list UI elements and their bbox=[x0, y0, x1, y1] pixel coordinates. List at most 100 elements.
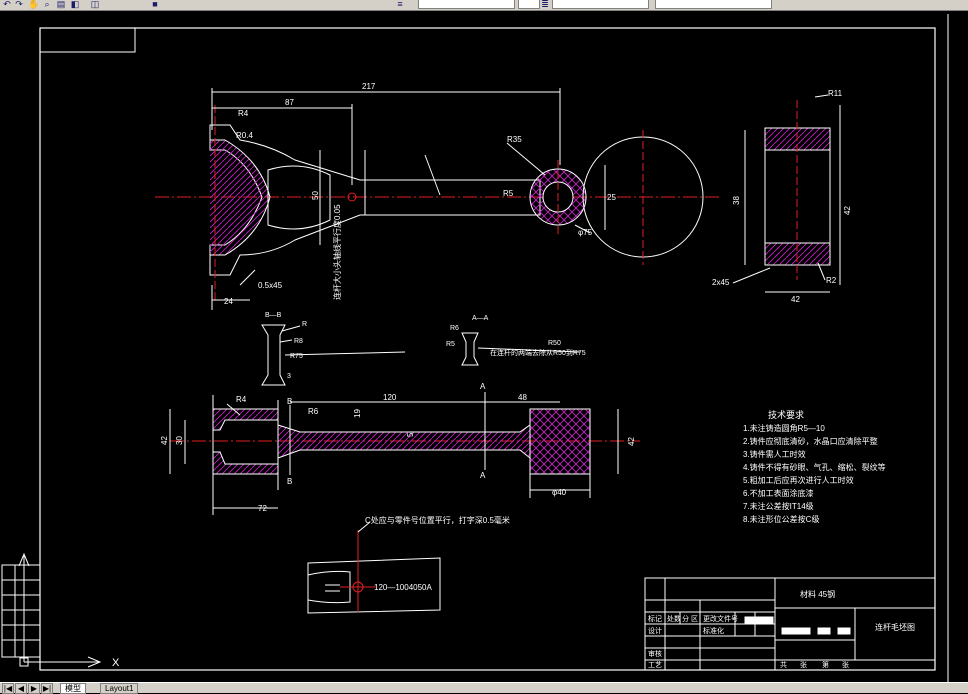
dim-label: R5 bbox=[503, 189, 514, 198]
revision-table bbox=[1, 564, 41, 658]
section-mark: B bbox=[287, 397, 292, 406]
dim-label: 50 bbox=[311, 191, 320, 200]
tb-part-name: 连杆毛坯图 bbox=[875, 622, 915, 632]
section-bb-outline bbox=[261, 324, 286, 386]
technical-notes: 技术要求 1.未注铸造圆角R5—10 2.铸件应彻底清砂，水晶口应清除平整 3.… bbox=[743, 409, 886, 524]
section-mark: B bbox=[287, 477, 292, 486]
leader-r35 bbox=[506, 142, 546, 176]
side-view-labels: R11 38 42 2x45 R2 42 bbox=[712, 89, 852, 304]
dim-label: 19 bbox=[353, 409, 362, 418]
ucs-x-label: X bbox=[112, 657, 120, 669]
dim-label: R6 bbox=[308, 407, 319, 416]
prev-tab-button[interactable]: ◀ bbox=[15, 683, 27, 694]
properties-icon[interactable]: ▤ bbox=[56, 0, 66, 9]
note-line: 5.粗加工后应再次进行人工时效 bbox=[743, 475, 854, 485]
tb-row-label: 工艺 bbox=[648, 661, 662, 669]
ucs-labels: X bbox=[112, 657, 120, 669]
next-tab-button[interactable]: ▶ bbox=[28, 683, 40, 694]
dim-label: 217 bbox=[362, 82, 376, 91]
leader-r8 bbox=[279, 339, 293, 343]
section-bb bbox=[261, 324, 406, 386]
dim-label: R5 bbox=[446, 341, 455, 348]
note-vertical: 连杆大小头轴线平行度0.05 bbox=[332, 204, 342, 300]
note-line: 1.未注铸造圆角R5—10 bbox=[743, 423, 825, 433]
tb-fill bbox=[744, 616, 774, 624]
redo-icon[interactable]: ↷ bbox=[14, 0, 24, 9]
note-line: 6.不加工表面涂底漆 bbox=[743, 488, 814, 498]
dim-label: R2 bbox=[826, 276, 837, 285]
dim-label: R50 bbox=[548, 340, 561, 347]
dim-label: R35 bbox=[507, 135, 522, 144]
lineweight-icon[interactable]: ≣ bbox=[540, 0, 550, 9]
tab-model[interactable]: 模型 bbox=[60, 683, 86, 694]
dim-label: 42 bbox=[627, 437, 636, 446]
undo-icon[interactable]: ↶ bbox=[2, 0, 12, 9]
dim-label: R4 bbox=[236, 395, 247, 404]
dim-label: 72 bbox=[258, 504, 267, 513]
zoom-icon[interactable]: ⌕ bbox=[42, 0, 52, 9]
first-tab-button[interactable]: |◀ bbox=[2, 683, 14, 694]
pan-icon[interactable]: ✋ bbox=[28, 0, 39, 9]
note-label: C处应与零件号位置平行，打字深0.5毫米 bbox=[365, 515, 510, 525]
section-bb-leader bbox=[284, 351, 406, 356]
tb-fill bbox=[837, 627, 851, 635]
note-label: 2x45 bbox=[712, 278, 730, 287]
dim-label: R6 bbox=[450, 325, 459, 332]
linetype-icon[interactable]: ≡ bbox=[395, 0, 405, 9]
tb-header: 更改文件号 bbox=[703, 614, 738, 623]
drawing-viewport[interactable]: 217 87 R4 R0.4 R35 R5 25 φ75 0.5x45 24 5… bbox=[0, 10, 968, 682]
tb-fill bbox=[781, 627, 811, 635]
dim-label: R bbox=[302, 321, 307, 328]
dim-label: 3 bbox=[287, 373, 291, 380]
tb-header: 处数 bbox=[667, 614, 681, 623]
section-label: B—B bbox=[265, 312, 282, 319]
dim-leader bbox=[424, 154, 441, 196]
dim-label: 87 bbox=[285, 98, 294, 107]
linetype-dropdown[interactable] bbox=[552, 0, 649, 9]
frame-corner-box bbox=[39, 27, 136, 53]
section-bb-labels: B—B R R8 R75 3 bbox=[265, 312, 307, 380]
front-view bbox=[169, 392, 640, 515]
color-icon[interactable]: ■ bbox=[150, 0, 160, 9]
note-line: 2.铸件应彻底清砂，水晶口应清除平整 bbox=[743, 436, 878, 446]
note-line: 8.未注形位公差按C级 bbox=[743, 514, 819, 524]
leader-r bbox=[281, 325, 301, 332]
dim-label: φ40 bbox=[552, 488, 567, 497]
small-end-hatch bbox=[210, 139, 271, 256]
plotstyle-dropdown[interactable] bbox=[655, 0, 772, 9]
leader-chamfer-side bbox=[732, 267, 771, 284]
dim-label: 48 bbox=[518, 393, 527, 402]
part-number: 120—1004050A bbox=[374, 583, 432, 592]
last-tab-button[interactable]: ▶| bbox=[41, 683, 53, 694]
top-view bbox=[155, 88, 720, 310]
section-mark: A bbox=[480, 471, 486, 480]
tb-bottom: 张 bbox=[800, 660, 807, 669]
dim-label: R8 bbox=[294, 338, 303, 345]
leader-r11 bbox=[814, 94, 829, 98]
dim-label: 0.5x45 bbox=[258, 281, 283, 290]
dim-label: R4 bbox=[238, 109, 249, 118]
section-aa bbox=[461, 332, 581, 366]
dim-label: 24 bbox=[224, 297, 233, 306]
drawing-frame bbox=[39, 27, 936, 671]
tb-header: 分 区 bbox=[682, 614, 698, 623]
revision-frame bbox=[1, 564, 41, 658]
tb-header: 标记 bbox=[648, 614, 662, 623]
dim-label: 42 bbox=[843, 206, 852, 215]
tb-row-label: 审核 bbox=[648, 649, 662, 658]
dim-label: φ75 bbox=[578, 228, 593, 237]
front-rod-web bbox=[277, 424, 531, 460]
layer-dropdown[interactable] bbox=[418, 0, 515, 9]
front-small-hatch-bottom bbox=[212, 451, 279, 475]
color-dropdown[interactable] bbox=[518, 0, 540, 9]
note-line: 3.铸件需人工时效 bbox=[743, 449, 806, 459]
front-small-hatch-top bbox=[212, 408, 279, 431]
tb-fill bbox=[817, 627, 831, 635]
tb-row-label: 设计 bbox=[648, 626, 662, 635]
layer-icon[interactable]: ◧ bbox=[70, 0, 80, 9]
tab-layout1[interactable]: Layout1 bbox=[100, 683, 139, 694]
dim-label: R75 bbox=[290, 353, 303, 360]
dim-label: 5 bbox=[406, 432, 415, 437]
layout-tab-bar: |◀ ◀ ▶ ▶| 模型 Layout1 bbox=[0, 682, 968, 694]
layer-state-icon[interactable]: ◫ bbox=[90, 0, 100, 9]
